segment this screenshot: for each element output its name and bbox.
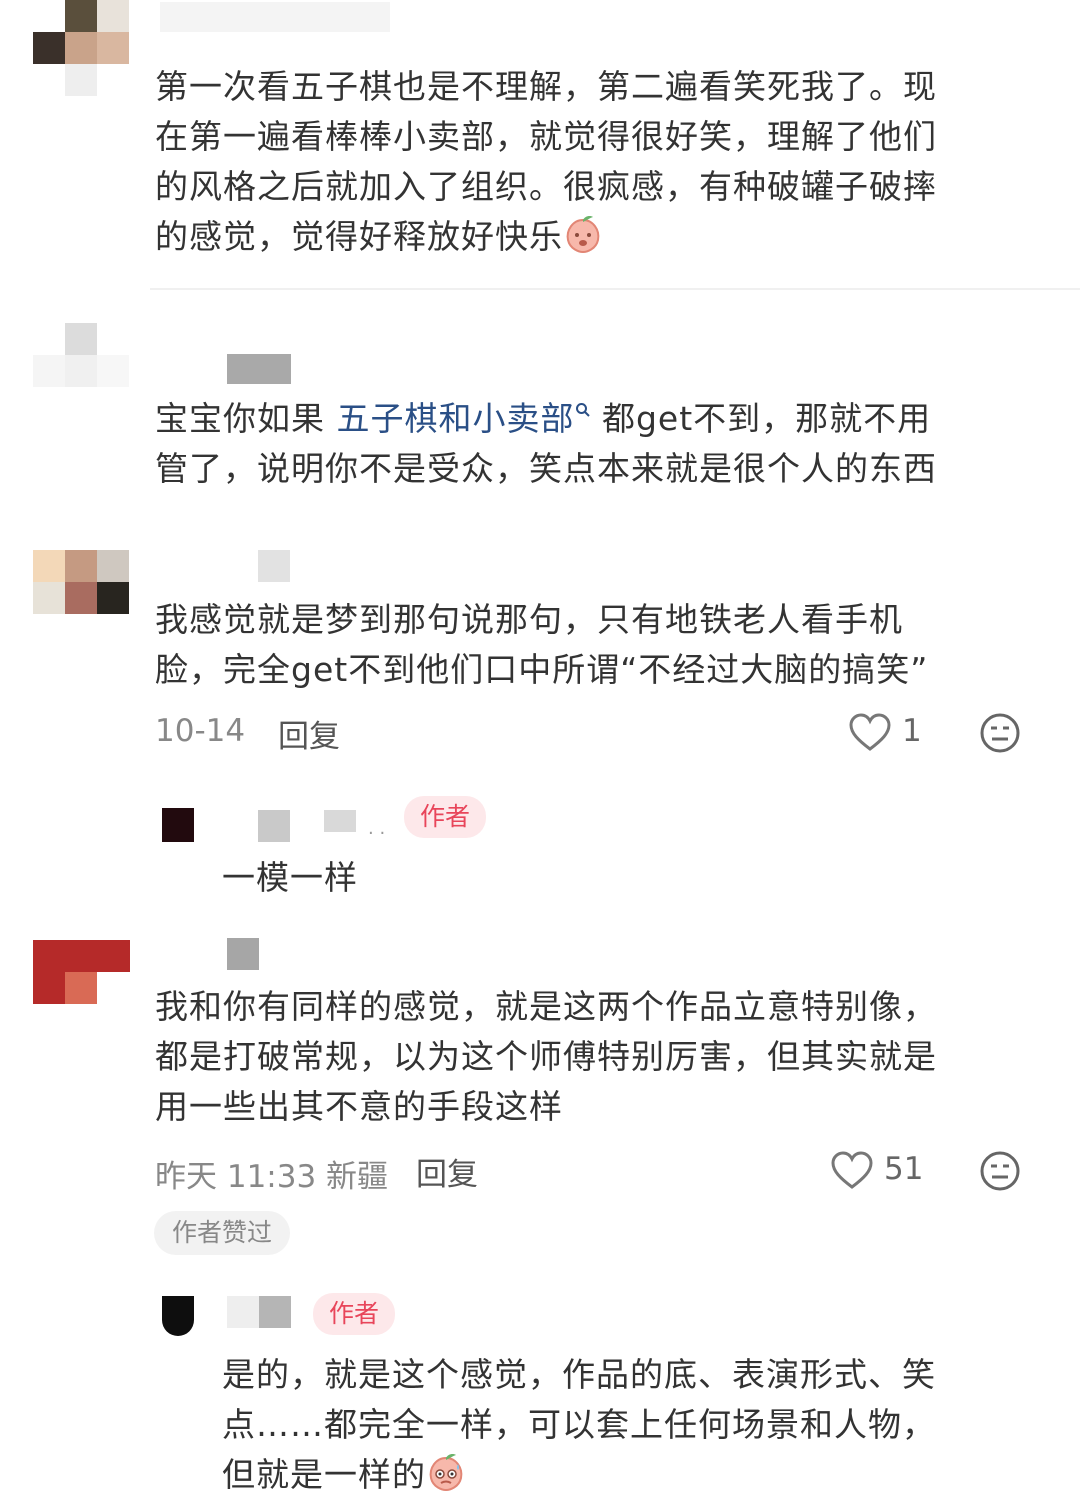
author-tag: 作者 bbox=[313, 1293, 396, 1335]
reply-text: 一模一样 bbox=[222, 858, 358, 897]
divider bbox=[150, 288, 1080, 290]
heart-icon[interactable] bbox=[848, 712, 892, 752]
heart-icon[interactable] bbox=[830, 1150, 874, 1190]
avatar[interactable] bbox=[33, 550, 129, 646]
comment-text: 我感觉就是梦到那句说那句，只有地铁老人看手机 脸，完全get不到他们口中所谓“不… bbox=[155, 595, 1035, 695]
comment-line: 是的，就是这个感觉，作品的底、表演形式、笑 bbox=[222, 1355, 936, 1394]
username-redacted[interactable] bbox=[160, 2, 390, 32]
like-count: 51 bbox=[884, 1151, 924, 1187]
comment-text: 第一次看五子棋也是不理解，第二遍看笑死我了。现 在第一遍看棒棒小卖部，就觉得很好… bbox=[155, 62, 1035, 262]
comment-line: 点……都完全一样，可以套上任何场景和人物， bbox=[222, 1405, 936, 1444]
comment-line: 但就是一样的 bbox=[222, 1450, 1042, 1500]
comment-date: 昨天 11:33 新疆 bbox=[155, 1159, 389, 1195]
username-redacted[interactable] bbox=[258, 810, 290, 842]
comment-line: 脸，完全get不到他们口中所谓“不经过大脑的搞笑” bbox=[155, 650, 929, 689]
peach-face-emoji bbox=[426, 1452, 466, 1492]
reply-button[interactable]: 回复 bbox=[278, 711, 340, 756]
username-redacted[interactable] bbox=[227, 1296, 259, 1328]
comment-line: 我和你有同样的感觉，就是这两个作品立意特别像， bbox=[155, 987, 937, 1026]
comment-line: 都是打破常规，以为这个师傅特别厉害，但其实就是 bbox=[155, 1037, 937, 1076]
emoji-react-icon[interactable] bbox=[979, 1150, 1021, 1192]
comment-text: 宝宝你如果 五子棋和小卖部 都get不到，那就不用 管了，说明你不是受众，笑点本… bbox=[155, 394, 1035, 494]
ellipsis: . . bbox=[368, 818, 386, 839]
author-liked-badge: 作者赞过 bbox=[154, 1211, 291, 1255]
comment-text: 我和你有同样的感觉，就是这两个作品立意特别像， 都是打破常规，以为这个师傅特别厉… bbox=[155, 982, 1035, 1132]
comment-line: 用一些出其不意的手段这样 bbox=[155, 1087, 563, 1126]
username-redacted[interactable] bbox=[324, 810, 356, 832]
search-icon[interactable] bbox=[575, 402, 591, 418]
avatar[interactable] bbox=[33, 323, 129, 419]
avatar[interactable] bbox=[162, 808, 194, 842]
username-redacted[interactable] bbox=[227, 354, 291, 384]
reply-button[interactable]: 回复 bbox=[416, 1149, 478, 1194]
comment-line: 宝宝你如果 五子棋和小卖部 都get不到，那就不用 bbox=[155, 399, 932, 438]
comment-line: 的感觉，觉得好释放好快乐 bbox=[155, 212, 1035, 262]
comment-line: 的风格之后就加入了组织。很疯感，有种破罐子破摔 bbox=[155, 167, 937, 206]
comment-line: 第一次看五子棋也是不理解，第二遍看笑死我了。现 bbox=[155, 67, 937, 106]
username-redacted[interactable] bbox=[258, 550, 290, 582]
avatar[interactable] bbox=[33, 0, 129, 96]
comment-line: 我感觉就是梦到那句说那句，只有地铁老人看手机 bbox=[155, 600, 903, 639]
avatar[interactable] bbox=[33, 940, 130, 1004]
topic-link[interactable]: 五子棋和小卖部 bbox=[337, 399, 575, 438]
comment-line: 在第一遍看棒棒小卖部，就觉得很好笑，理解了他们 bbox=[155, 117, 937, 156]
author-tag: 作者 bbox=[404, 796, 487, 838]
username-redacted[interactable] bbox=[227, 938, 259, 970]
reply-text: 是的，就是这个感觉，作品的底、表演形式、笑 点……都完全一样，可以套上任何场景和… bbox=[222, 1350, 1042, 1500]
like-count: 1 bbox=[902, 713, 922, 749]
comment-line: 管了，说明你不是受众，笑点本来就是很个人的东西 bbox=[155, 449, 937, 488]
emoji-react-icon[interactable] bbox=[979, 712, 1021, 754]
avatar[interactable] bbox=[162, 1296, 194, 1336]
comment-date: 10-14 bbox=[155, 713, 246, 749]
peach-face-emoji bbox=[563, 214, 603, 254]
username-redacted[interactable] bbox=[259, 1296, 291, 1328]
